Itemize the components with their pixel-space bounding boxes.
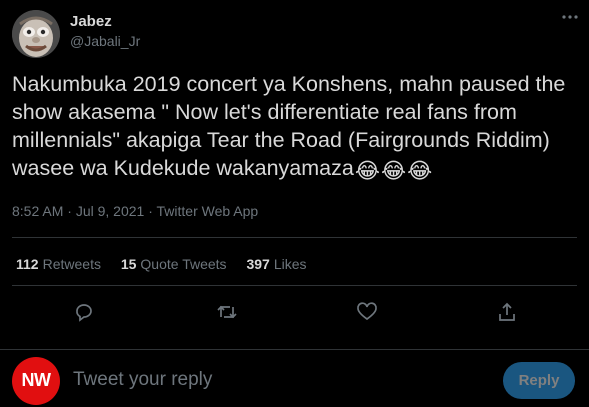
author-display-name[interactable]: Jabez [70,13,112,30]
reply-input[interactable]: Tweet your reply [73,369,212,391]
author-handle[interactable]: @Jabali_Jr [70,33,140,49]
reply-icon[interactable] [73,301,95,323]
likes-stat[interactable]: 397 Likes [246,256,306,272]
tweet-source[interactable]: Twitter Web App [157,203,259,219]
retweets-stat[interactable]: 112 Retweets [16,256,101,272]
meta-separator: · [67,203,72,219]
tears-of-joy-emoji-icon: 😂 [354,159,380,183]
cartoon-face-avatar-icon [12,10,60,58]
divider [12,237,577,238]
quote-tweets-stat[interactable]: 15 Quote Tweets [121,256,227,272]
tweet-text: Nakumbuka 2019 concert ya Konshens, mahn… [12,70,577,185]
reply-button[interactable]: Reply [503,362,575,399]
tweet-meta: 8:52 AM · Jul 9, 2021 · Twitter Web App [12,203,258,219]
meta-separator: · [148,203,153,219]
tweet-stats: 112 Retweets 15 Quote Tweets 397 Likes [16,256,323,272]
tears-of-joy-emoji-icon: 😂 [380,159,407,183]
retweet-icon[interactable] [216,301,238,323]
more-options-icon[interactable] [561,8,579,26]
tweet-body: Nakumbuka 2019 concert ya Konshens, mahn… [12,72,566,180]
author-avatar[interactable] [12,10,60,58]
user-avatar-text: NW [21,370,52,390]
tweet-time[interactable]: 8:52 AM [12,203,63,219]
divider [12,285,577,286]
like-icon[interactable] [356,301,378,323]
tweet-date[interactable]: Jul 9, 2021 [76,203,145,219]
tears-of-joy-emoji-icon: 😂 [407,159,433,183]
share-icon[interactable] [496,301,518,323]
